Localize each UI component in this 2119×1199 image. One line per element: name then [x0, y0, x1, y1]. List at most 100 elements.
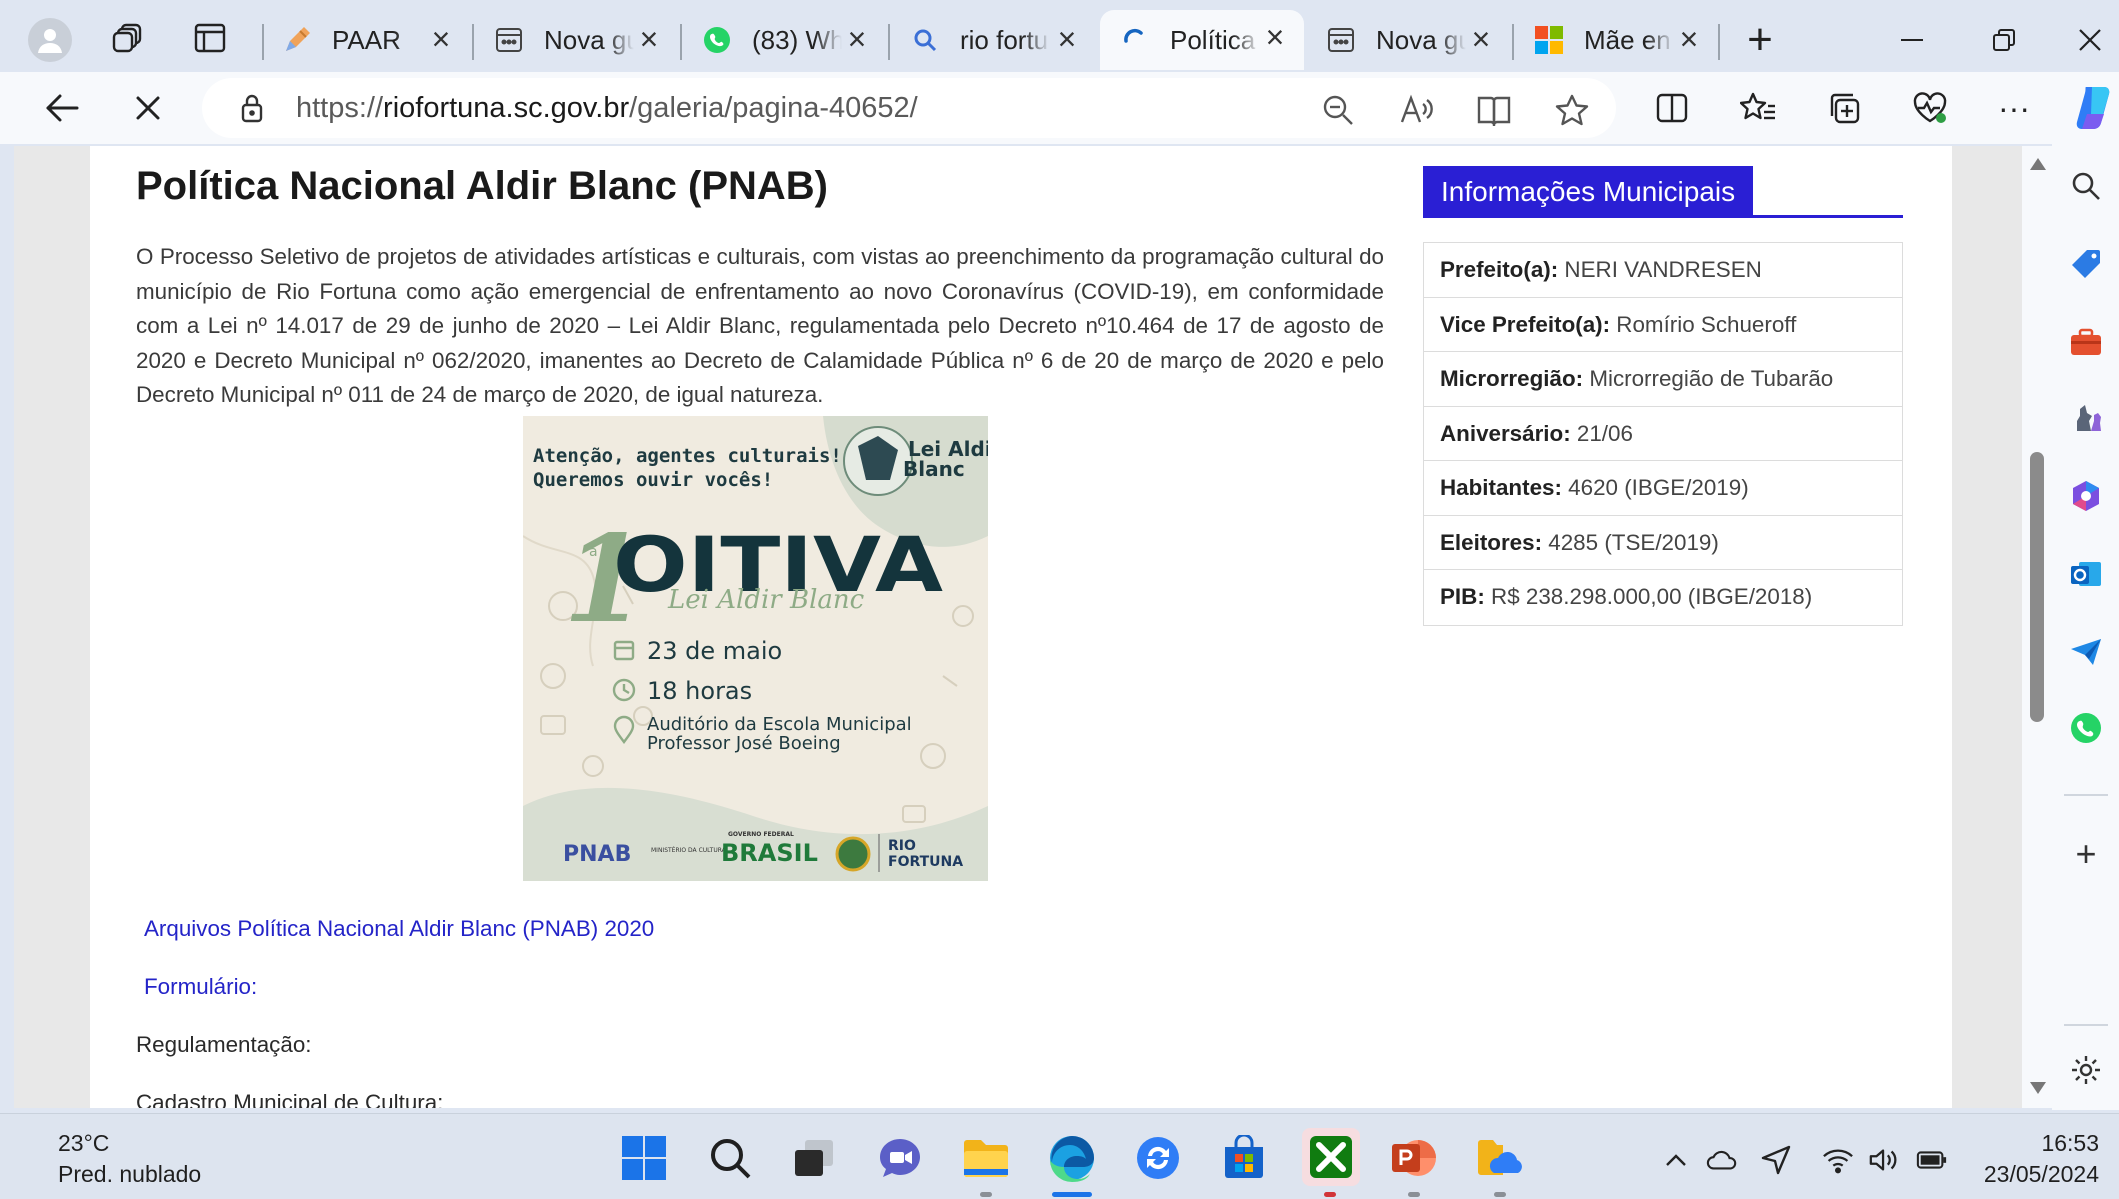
- minimize-icon[interactable]: [1888, 16, 1936, 64]
- file-explorer-icon[interactable]: [960, 1132, 1012, 1184]
- tab-nova-guia[interactable]: Nova guia ×: [474, 12, 678, 68]
- split-screen-icon[interactable]: [1652, 88, 1692, 128]
- poster-subtitle: Lei Aldir Blanc: [667, 585, 865, 615]
- municipal-info-heading: Informações Municipais: [1423, 166, 1754, 218]
- wifi-icon[interactable]: [1822, 1144, 1854, 1176]
- address-bar[interactable]: https://riofortuna.sc.gov.br/galeria/pag…: [202, 78, 1616, 138]
- workspaces-icon[interactable]: [108, 18, 148, 58]
- games-chess-icon[interactable]: [2066, 398, 2106, 438]
- info-label: Vice Prefeito(a):: [1440, 311, 1611, 337]
- add-sidebar-app-icon[interactable]: +: [2066, 833, 2106, 874]
- sync-app-icon[interactable]: [1132, 1132, 1184, 1184]
- outlook-icon[interactable]: [2066, 554, 2106, 594]
- cadastro-label: Cadastro Municipal de Cultura:: [136, 1090, 444, 1108]
- scroll-up-arrow-icon[interactable]: [2030, 158, 2046, 170]
- whatsapp-icon: [702, 25, 732, 55]
- tab-paar[interactable]: PAAR ×: [262, 12, 470, 68]
- tab-whatsapp[interactable]: (83) WhatsApp ×: [682, 12, 886, 68]
- info-value: 4285 (TSE/2019): [1548, 529, 1719, 555]
- tab-search-rio-fortuna[interactable]: rio fortuna ×: [890, 12, 1096, 68]
- taskbar-search-icon[interactable]: [704, 1132, 756, 1184]
- immersive-reader-icon[interactable]: [1476, 92, 1512, 128]
- microsoft-store-icon[interactable]: [1218, 1132, 1270, 1184]
- profile-avatar-icon[interactable]: [28, 18, 72, 62]
- more-options-icon[interactable]: ···: [1994, 88, 2034, 128]
- sidebar-search-icon[interactable]: [2066, 166, 2106, 206]
- edge-browser-icon[interactable]: [1046, 1132, 1098, 1184]
- poster-place-line1: Auditório da Escola Municipal: [647, 714, 912, 735]
- favorites-icon[interactable]: [1738, 88, 1778, 128]
- vertical-tabs-icon[interactable]: [190, 18, 230, 58]
- task-view-icon[interactable]: [788, 1132, 840, 1184]
- info-row-prefeito: Prefeito(a): NERI VANDRESEN: [1424, 243, 1902, 298]
- system-clock[interactable]: 16:53 23/05/2024: [1984, 1128, 2099, 1190]
- tab-mae-en[interactable]: Mãe en ×: [1514, 12, 1718, 68]
- url-text[interactable]: https://riofortuna.sc.gov.br/galeria/pag…: [296, 92, 918, 125]
- location-arrow-icon[interactable]: [1760, 1144, 1792, 1176]
- info-label: Microrregião:: [1440, 366, 1584, 391]
- info-value: NERI VANDRESEN: [1564, 257, 1762, 282]
- powerpoint-icon[interactable]: [1388, 1132, 1440, 1184]
- scrollbar-thumb[interactable]: [2030, 452, 2044, 722]
- tab-separator: [1718, 24, 1720, 60]
- poster-time: 18 horas: [647, 677, 752, 705]
- info-value: R$ 238.298.000,00 (IBGE/2018): [1491, 584, 1813, 609]
- page-scrollbar[interactable]: [2022, 146, 2052, 1108]
- xbox-icon[interactable]: [1302, 1128, 1360, 1186]
- close-icon[interactable]: ×: [1466, 23, 1496, 55]
- search-icon: [910, 25, 940, 55]
- weather-condition-text: Pred. nublado: [58, 1161, 202, 1187]
- restore-icon[interactable]: [1980, 16, 2028, 64]
- formulario-link[interactable]: Formulário:: [144, 974, 257, 1000]
- tab-nova-guia-2[interactable]: Nova guia ×: [1306, 12, 1510, 68]
- scroll-down-arrow-icon[interactable]: [2030, 1082, 2046, 1094]
- send-plane-icon[interactable]: [2066, 632, 2106, 672]
- running-indicator: [1408, 1192, 1420, 1197]
- read-aloud-icon[interactable]: [1398, 92, 1434, 128]
- close-window-icon[interactable]: [2066, 16, 2114, 64]
- volume-icon[interactable]: [1868, 1144, 1900, 1176]
- stop-loading-icon[interactable]: [126, 86, 170, 130]
- close-icon[interactable]: ×: [1674, 23, 1704, 55]
- favorite-star-icon[interactable]: [1554, 92, 1590, 128]
- new-tab-icon[interactable]: +: [1736, 15, 1784, 64]
- tab-strip: PAAR × Nova guia × (83) WhatsApp × rio f…: [0, 0, 2119, 72]
- whatsapp-sidebar-icon[interactable]: [2066, 708, 2106, 748]
- lock-icon[interactable]: [236, 92, 268, 124]
- chat-teams-icon[interactable]: [874, 1132, 926, 1184]
- onedrive-cloud-icon[interactable]: [1706, 1144, 1738, 1176]
- poster-place-line2: Professor José Boeing: [647, 733, 841, 754]
- running-indicator: [1324, 1192, 1336, 1197]
- event-poster-image[interactable]: Atenção, agentes culturais! Queremos ouv…: [523, 416, 988, 881]
- tools-briefcase-icon[interactable]: [2066, 322, 2106, 362]
- onedrive-folder-icon[interactable]: [1474, 1132, 1526, 1184]
- zoom-out-icon[interactable]: [1320, 92, 1356, 128]
- close-icon[interactable]: ×: [634, 23, 664, 55]
- start-windows-icon[interactable]: [618, 1132, 670, 1184]
- page-icon: [494, 25, 524, 55]
- info-label: Aniversário:: [1440, 420, 1571, 446]
- sidebar-settings-gear-icon[interactable]: [2066, 1050, 2106, 1090]
- tab-title: Política: [1170, 24, 1256, 55]
- shopping-tag-icon[interactable]: [2066, 244, 2106, 284]
- weather-widget[interactable]: 23°C Pred. nublado: [58, 1128, 201, 1190]
- tab-politica-active[interactable]: Política ×: [1100, 10, 1304, 70]
- poster-logo-brasil-top: GOVERNO FEDERAL: [728, 831, 794, 838]
- battery-icon[interactable]: [1916, 1144, 1948, 1176]
- close-icon[interactable]: ×: [426, 23, 456, 55]
- close-icon[interactable]: ×: [1052, 23, 1082, 55]
- page-icon: [1326, 25, 1356, 55]
- poster-logo-pnab: PNAB: [563, 842, 631, 867]
- tiles-icon: [1534, 25, 1564, 55]
- collections-icon[interactable]: [1824, 88, 1864, 128]
- tab-title: Nova guia: [1376, 24, 1466, 55]
- microsoft365-icon[interactable]: [2066, 476, 2106, 516]
- pnab-files-link[interactable]: Arquivos Política Nacional Aldir Blanc (…: [144, 916, 654, 942]
- show-hidden-icons-chevron-icon[interactable]: [1660, 1144, 1692, 1176]
- close-icon[interactable]: ×: [1260, 21, 1290, 53]
- browser-essentials-icon[interactable]: [1910, 88, 1950, 128]
- close-icon[interactable]: ×: [842, 23, 872, 55]
- copilot-icon[interactable]: [2072, 82, 2118, 132]
- info-value: Romírio Schueroff: [1616, 311, 1797, 337]
- back-arrow-icon[interactable]: [40, 86, 84, 130]
